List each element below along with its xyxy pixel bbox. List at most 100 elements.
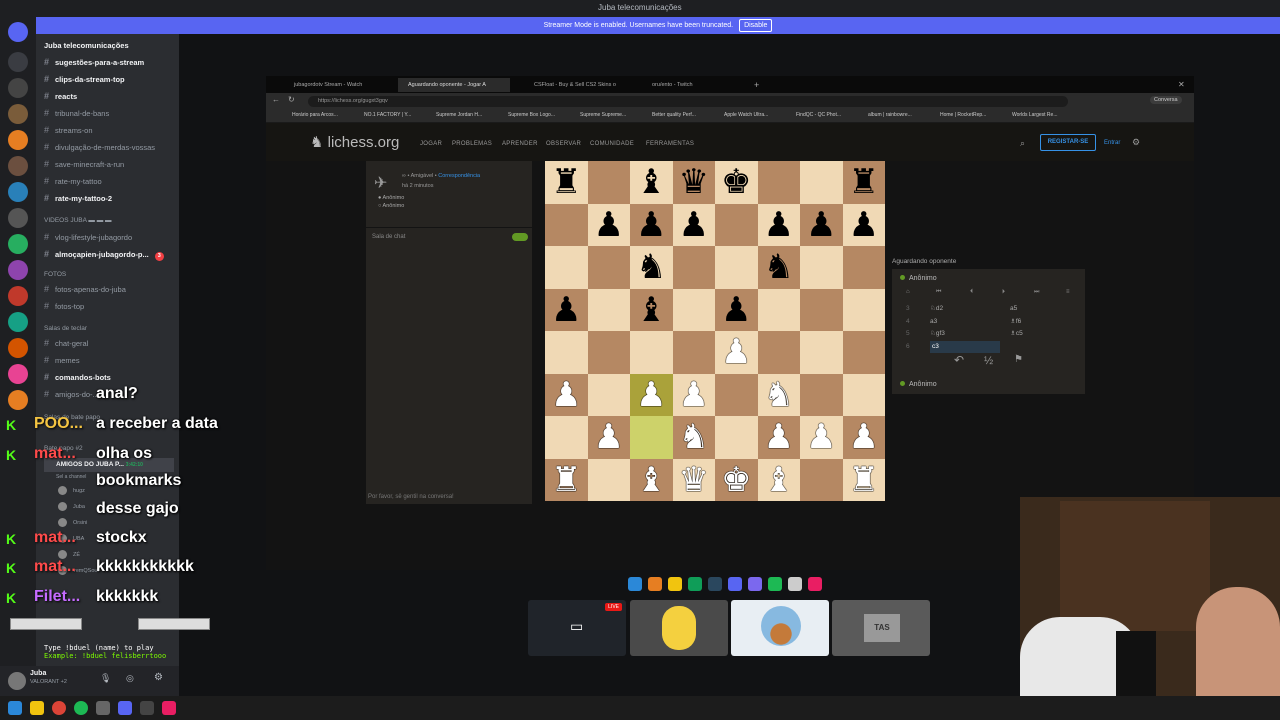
login-link[interactable]: Entrar <box>1104 140 1120 146</box>
chat-toggle[interactable] <box>512 233 528 241</box>
board-square[interactable] <box>630 331 673 374</box>
white-pawn-icon[interactable]: ♟ <box>636 375 666 415</box>
board-square[interactable] <box>545 203 588 246</box>
board-square[interactable]: ♟ <box>630 203 673 246</box>
channel-item[interactable]: # sugestões-para-a-stream <box>44 55 144 69</box>
spotify-icon[interactable] <box>74 701 88 715</box>
gear-icon[interactable]: ⚙ <box>1132 137 1140 148</box>
app-icon[interactable] <box>140 701 154 715</box>
close-window-icon[interactable]: ✕ <box>1176 78 1190 92</box>
board-square[interactable] <box>545 246 588 289</box>
server-icon[interactable] <box>8 260 28 280</box>
white-pawn-icon[interactable]: ♟ <box>594 417 624 457</box>
bookmark-item[interactable]: Horário para Arcos... <box>292 112 338 118</box>
chrome-icon[interactable] <box>52 701 66 715</box>
server-icon[interactable] <box>8 182 28 202</box>
disable-streamer-button[interactable]: Disable <box>739 19 773 32</box>
server-icon[interactable] <box>8 208 28 228</box>
white-rook-icon[interactable]: ♜ <box>849 460 879 500</box>
nav-observar[interactable]: OBSERVAR <box>546 141 581 147</box>
channel-item[interactable]: # tribunal-de-bans <box>44 106 109 120</box>
board-square[interactable] <box>715 416 758 459</box>
move-white[interactable]: a3 <box>930 316 1000 328</box>
board-square[interactable] <box>545 416 588 459</box>
server-icon[interactable] <box>8 104 28 124</box>
board-square[interactable] <box>587 246 630 289</box>
bookmark-item[interactable]: Supreme Supreme... <box>580 112 626 118</box>
black-pawn-icon[interactable]: ♟ <box>764 205 794 245</box>
board-square[interactable] <box>715 246 758 289</box>
board-square[interactable]: ♜ <box>545 161 588 204</box>
reload-icon[interactable]: ↻ <box>288 95 295 104</box>
flip-icon[interactable]: ⌂ <box>906 289 910 295</box>
move-black[interactable]: a5 <box>1010 303 1017 315</box>
mic-icon[interactable]: 🎙 <box>100 673 111 684</box>
white-pawn-icon[interactable]: ♟ <box>679 375 709 415</box>
board-square[interactable]: ♟ <box>545 373 588 416</box>
bookmark-item[interactable]: Apple Watch Ultra... <box>724 112 768 118</box>
channel-item[interactable]: # reacts <box>44 89 77 103</box>
board-square[interactable]: ♟ <box>800 203 843 246</box>
avatar[interactable] <box>8 672 26 690</box>
board-square[interactable] <box>587 458 630 501</box>
board-square[interactable]: ♜ <box>842 161 885 204</box>
category-fotos[interactable]: FOTOS <box>44 271 66 278</box>
nav-problemas[interactable]: PROBLEMAS <box>452 141 492 147</box>
server-icon[interactable] <box>8 390 28 410</box>
taskbar-thumbnail-sphere[interactable] <box>731 600 829 656</box>
bookmark-item[interactable]: Supreme Jordan H... <box>436 112 482 118</box>
board-square[interactable]: ♜ <box>545 458 588 501</box>
voice-user[interactable]: Juba <box>58 500 85 514</box>
channel-item[interactable]: # almoçapien-jubagordo-p... 3 <box>44 247 164 261</box>
board-square[interactable] <box>715 373 758 416</box>
channel-item[interactable]: # fotos-top <box>44 299 84 313</box>
category-videos[interactable]: VIDEOS JUBA ▬ ▬ ▬ <box>44 217 112 224</box>
white-knight-icon[interactable]: ♞ <box>679 417 709 457</box>
channel-item[interactable]: # memes <box>44 353 80 367</box>
tab-lichess[interactable]: Aguardando oponente - Jogar A <box>398 78 510 92</box>
menu-icon[interactable]: ≡ <box>1066 289 1070 295</box>
windows-start-icon[interactable] <box>8 701 22 715</box>
board-square[interactable]: ♜ <box>842 458 885 501</box>
next-move-icon[interactable]: ⏵ <box>1002 289 1005 296</box>
board-square[interactable]: ♝ <box>630 458 673 501</box>
black-queen-icon[interactable]: ♛ <box>679 162 709 202</box>
board-square[interactable] <box>757 288 800 331</box>
search-icon[interactable]: ⌕ <box>1020 138 1025 149</box>
server-icon[interactable] <box>8 52 28 72</box>
game-speed-link[interactable]: Correspondência <box>438 173 480 179</box>
board-square[interactable]: ♝ <box>757 458 800 501</box>
board-square[interactable]: ♞ <box>630 246 673 289</box>
black-bishop-icon[interactable]: ♝ <box>636 290 666 330</box>
white-king-icon[interactable]: ♚ <box>721 460 751 500</box>
board-square[interactable] <box>800 458 843 501</box>
black-pawn-icon[interactable]: ♟ <box>806 205 836 245</box>
lichess-logo[interactable]: ♞ lichess.org <box>310 133 399 151</box>
white-pawn-icon[interactable]: ♟ <box>806 417 836 457</box>
draw-offer-icon[interactable]: ½ <box>984 355 993 367</box>
channel-item[interactable]: # rate-my-tattoo <box>44 174 102 188</box>
board-square[interactable]: ♛ <box>672 458 715 501</box>
server-icon[interactable] <box>8 130 28 150</box>
board-square[interactable]: ♝ <box>630 161 673 204</box>
black-rook-icon[interactable]: ♜ <box>551 162 581 202</box>
tab-twitch[interactable]: oru/ento - Twitch <box>642 78 742 92</box>
profile-button[interactable]: Conversa <box>1150 96 1182 104</box>
chat-input[interactable]: Por favor, sê gentil na conversa! <box>368 494 454 500</box>
channel-item[interactable]: # amigos-do-... <box>44 387 99 401</box>
white-pawn-icon[interactable]: ♟ <box>764 417 794 457</box>
chess-board[interactable]: ♜ ♝ ♛ ♚ ♜ ♟ ♟ ♟ ♟ ♟ ♟ ♞ ♞ ♟ ♝ ♟ ♟ ♟ ♟ ♟ ♞ ♟ ♞ ♟ ♟ ♟ ♜ ♝ ♛ ♚ ♝ ♜ <box>545 161 885 501</box>
bookmark-item[interactable]: Home | RocketRep... <box>940 112 986 118</box>
board-square[interactable]: ♟ <box>800 416 843 459</box>
server-name[interactable]: Juba telecomunicações <box>44 39 129 53</box>
app-icon[interactable] <box>96 701 110 715</box>
first-move-icon[interactable]: ⏮ <box>936 289 941 296</box>
resign-flag-icon[interactable]: ⚑ <box>1014 354 1023 365</box>
board-square[interactable] <box>672 246 715 289</box>
server-icon[interactable] <box>8 234 28 254</box>
server-icon[interactable] <box>8 364 28 384</box>
move-white[interactable]: c3 <box>930 340 1000 353</box>
white-rook-icon[interactable]: ♜ <box>551 460 581 500</box>
board-square[interactable] <box>545 331 588 374</box>
board-square[interactable] <box>842 331 885 374</box>
